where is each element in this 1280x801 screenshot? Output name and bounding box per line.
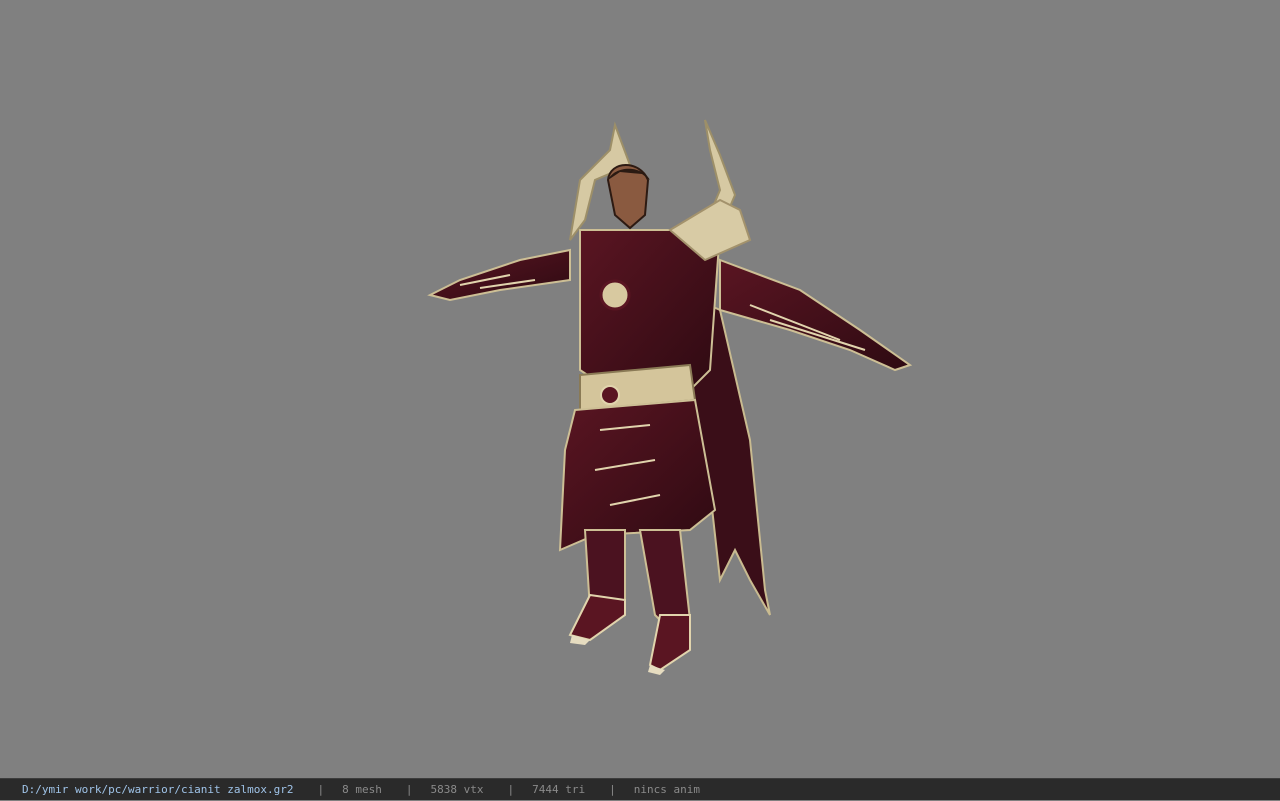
separator: | <box>507 782 515 796</box>
right-boot <box>648 614 691 672</box>
left-boot <box>568 593 626 642</box>
file-path: D:/ymir work/pc/warrior/cianit zalmox.gr… <box>22 782 294 796</box>
3d-viewport[interactable] <box>0 0 1280 778</box>
left-arm <box>427 248 571 302</box>
animation-status: nincs anim <box>633 782 700 796</box>
separator: | <box>405 782 413 796</box>
triangle-count: 7444 tri <box>532 782 586 796</box>
separator: | <box>317 782 325 796</box>
mesh-count: 8 mesh <box>342 782 382 796</box>
separator: | <box>609 782 616 796</box>
right-arm <box>719 258 913 372</box>
character-model <box>427 119 913 675</box>
skirt <box>558 398 717 552</box>
status-bar: D:/ymir work/pc/warrior/cianit zalmox.gr… <box>0 778 1280 800</box>
vertex-count: 5838 vtx <box>430 782 484 796</box>
